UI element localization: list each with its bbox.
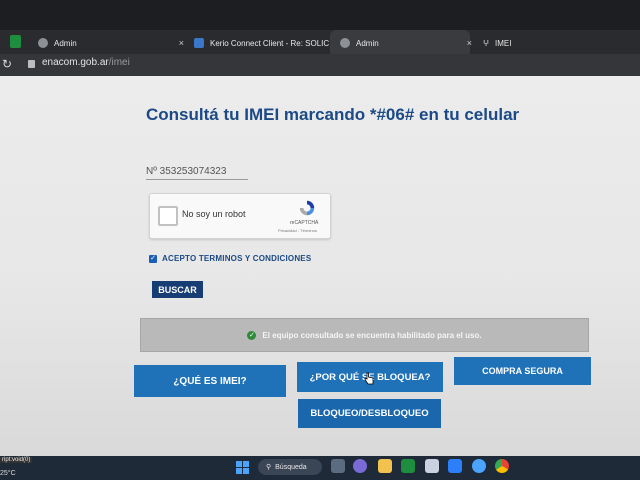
- recaptcha-links[interactable]: Privacidad - Términos: [278, 228, 317, 233]
- tab-label: Kerio Connect Client - Re: SOLIC: [210, 38, 330, 48]
- tab-label: Admin: [356, 38, 379, 48]
- url-domain: enacom.gob.ar: [42, 57, 109, 68]
- lock-icon: [28, 60, 35, 68]
- file-explorer-icon[interactable]: [378, 459, 392, 473]
- recaptcha-label: No soy un robot: [182, 209, 246, 219]
- safe-purchase-button[interactable]: COMPRA SEGURA: [454, 357, 591, 385]
- page-title: Consultá tu IMEI marcando *#06# en tu ce…: [146, 105, 520, 124]
- app-icon[interactable]: [425, 459, 439, 473]
- windows-start-icon[interactable]: [236, 461, 249, 474]
- recaptcha-icon: [299, 200, 315, 216]
- excel-icon[interactable]: [401, 459, 415, 473]
- chrome-icon[interactable]: [495, 459, 509, 473]
- globe-icon: [38, 38, 48, 48]
- close-icon[interactable]: ×: [467, 38, 472, 48]
- chat-icon[interactable]: [353, 459, 367, 473]
- tab-imei[interactable]: ⵖ IMEI: [483, 33, 543, 53]
- weather-widget[interactable]: 25°C: [0, 470, 16, 477]
- reload-icon[interactable]: ↻: [2, 57, 12, 71]
- what-is-imei-button[interactable]: ¿QUÉ ES IMEI?: [134, 365, 286, 397]
- sheets-icon[interactable]: [10, 35, 21, 48]
- block-unblock-button[interactable]: BLOQUEO/DESBLOQUEO: [298, 399, 441, 428]
- url-text[interactable]: enacom.gob.ar/imei: [42, 57, 130, 68]
- status-message: El equipo consultado se encuentra habili…: [262, 330, 482, 340]
- recaptcha-brand: reCAPTCHA: [290, 220, 319, 226]
- outlook-icon[interactable]: [448, 459, 462, 473]
- recaptcha-widget: No soy un robot reCAPTCHA Privacidad - T…: [149, 193, 331, 239]
- audio-icon: ⵖ: [483, 38, 490, 48]
- search-button[interactable]: BUSCAR: [152, 281, 203, 298]
- terms-label: ACEPTO TERMINOS Y CONDICIONES: [162, 254, 312, 263]
- task-view-icon[interactable]: [331, 459, 345, 473]
- taskbar-search[interactable]: ⚲ Búsqueda: [258, 459, 322, 475]
- tab-label: IMEI: [495, 38, 512, 48]
- recaptcha-checkbox[interactable]: [158, 206, 178, 226]
- terms-row[interactable]: ✓ ACEPTO TERMINOS Y CONDICIONES: [149, 254, 311, 263]
- check-circle-icon: ✓: [247, 330, 257, 340]
- status-banner: ✓ El equipo consultado se encuentra habi…: [140, 318, 589, 352]
- tab-admin-1[interactable]: Admin ×: [38, 33, 184, 53]
- close-icon[interactable]: ×: [179, 38, 184, 48]
- tab-admin-2[interactable]: Admin ×: [340, 33, 472, 53]
- imei-input[interactable]: Nº 353253074323: [146, 166, 248, 180]
- url-path: /imei: [108, 57, 130, 68]
- terms-checkbox[interactable]: ✓: [149, 254, 157, 263]
- globe-icon: [340, 38, 350, 48]
- taskbar-search-label: Búsqueda: [275, 463, 307, 471]
- screen: Admin × Kerio Connect Client - Re: SOLIC…: [0, 0, 640, 480]
- kerio-icon: [194, 38, 204, 48]
- search-icon: ⚲: [266, 464, 272, 471]
- tab-label: Admin: [54, 38, 77, 48]
- edge-icon[interactable]: [472, 459, 486, 473]
- status-link-text: ript:void(0): [0, 457, 33, 463]
- tab-kerio[interactable]: Kerio Connect Client - Re: SOLIC: [194, 33, 330, 53]
